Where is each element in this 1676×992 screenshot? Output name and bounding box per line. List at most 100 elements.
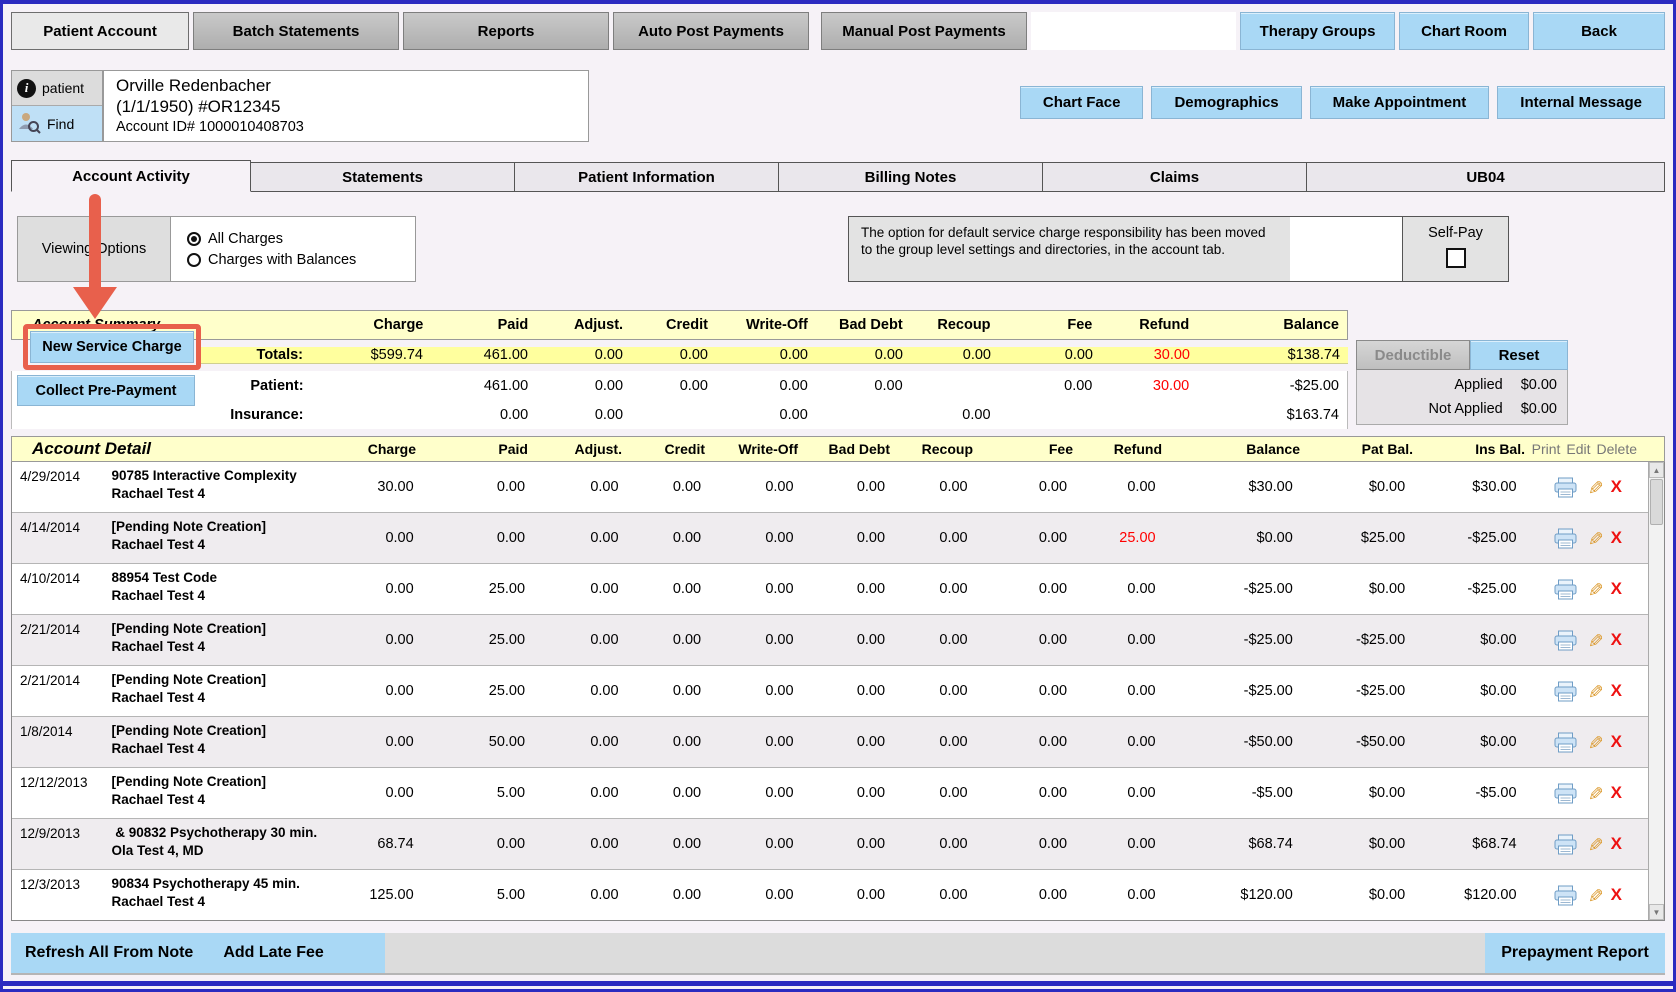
print-icon[interactable] — [1554, 732, 1577, 753]
cell-credit: 0.00 — [627, 530, 710, 546]
edit-icon[interactable]: ✎ — [1582, 581, 1605, 597]
annotation-arrow-head — [73, 287, 117, 319]
tab-billing-notes[interactable]: Billing Notes — [779, 162, 1043, 192]
not-applied-label: Not Applied — [1429, 401, 1503, 417]
chart-face-button[interactable]: Chart Face — [1020, 86, 1144, 119]
dcol-baddebt: Bad Debt — [806, 441, 898, 457]
nav-tab-reports[interactable]: Reports — [403, 12, 609, 50]
col-recoup: Recoup — [911, 317, 999, 333]
tab-statements[interactable]: Statements — [251, 162, 515, 192]
tab-patient-information[interactable]: Patient Information — [515, 162, 779, 192]
back-button[interactable]: Back — [1533, 12, 1665, 50]
nav-tab-patient-account[interactable]: Patient Account — [11, 12, 189, 50]
tab-account-activity[interactable]: Account Activity — [11, 160, 251, 192]
delete-icon[interactable]: X — [1611, 528, 1622, 548]
cell-refund: 0.00 — [1075, 632, 1164, 648]
demographics-button[interactable]: Demographics — [1151, 86, 1301, 119]
tab-ub04[interactable]: UB04 — [1307, 162, 1665, 192]
delete-icon[interactable]: X — [1611, 630, 1622, 650]
delete-icon[interactable]: X — [1611, 477, 1622, 497]
edit-icon[interactable]: ✎ — [1582, 530, 1605, 546]
top-nav: Patient Account Batch Statements Reports… — [11, 12, 1665, 50]
row-description: 90785 Interactive Complexity Rachael Tes… — [107, 462, 336, 512]
new-service-charge-button[interactable]: New Service Charge — [30, 331, 194, 363]
self-pay-label: Self-Pay — [1403, 225, 1508, 241]
scroll-down-arrow[interactable]: ▼ — [1649, 904, 1664, 920]
delete-icon[interactable]: X — [1611, 732, 1622, 752]
scrollbar-thumb[interactable] — [1650, 479, 1663, 525]
cell-balance: -$25.00 — [1164, 581, 1301, 597]
edit-icon[interactable]: ✎ — [1582, 887, 1605, 903]
delete-icon[interactable]: X — [1611, 579, 1622, 599]
cell-patbal: $25.00 — [1301, 530, 1413, 546]
cell-paid: 50.00 — [422, 734, 533, 750]
row-actions: ✎ X — [1525, 884, 1648, 907]
patient-info-cell[interactable]: i patient — [12, 71, 102, 106]
notice-box: The option for default service charge re… — [848, 216, 1291, 282]
patient-find-cell[interactable]: Find — [12, 106, 102, 141]
therapy-groups-button[interactable]: Therapy Groups — [1240, 12, 1395, 50]
cell-adjust: 0.00 — [533, 785, 626, 801]
delete-icon[interactable]: X — [1611, 681, 1622, 701]
radio-icon[interactable] — [187, 253, 201, 267]
row-provider: Rachael Test 4 — [111, 893, 328, 911]
patient-info-box: Orville Redenbacher (1/1/1950) #OR12345 … — [103, 70, 589, 142]
edit-icon[interactable]: ✎ — [1582, 632, 1605, 648]
chart-room-button[interactable]: Chart Room — [1399, 12, 1529, 50]
collect-pre-payment-button[interactable]: Collect Pre-Payment — [17, 375, 195, 406]
cell-baddebt: 0.00 — [802, 581, 894, 597]
print-icon[interactable] — [1554, 885, 1577, 906]
nav-tab-batch-statements[interactable]: Batch Statements — [193, 12, 399, 50]
print-icon[interactable] — [1554, 834, 1577, 855]
prepayment-report-button[interactable]: Prepayment Report — [1501, 944, 1649, 962]
make-appointment-button[interactable]: Make Appointment — [1310, 86, 1490, 119]
print-icon[interactable] — [1554, 528, 1577, 549]
edit-icon[interactable]: ✎ — [1582, 734, 1605, 750]
print-icon[interactable] — [1554, 630, 1577, 651]
delete-icon[interactable]: X — [1611, 834, 1622, 854]
edit-icon[interactable]: ✎ — [1582, 836, 1605, 852]
cell-charge: 0.00 — [336, 734, 422, 750]
cell-patbal: $0.00 — [1301, 887, 1413, 903]
edit-icon[interactable]: ✎ — [1582, 683, 1605, 699]
scrollbar[interactable]: ▲ ▼ — [1648, 462, 1664, 920]
cell-insbal: $0.00 — [1413, 734, 1524, 750]
print-icon[interactable] — [1554, 579, 1577, 600]
edit-icon[interactable]: ✎ — [1582, 785, 1605, 801]
applied-label: Applied — [1454, 377, 1502, 393]
patient-account-page: Patient Account Batch Statements Reports… — [0, 0, 1676, 992]
nav-tab-auto-post-payments[interactable]: Auto Post Payments — [613, 12, 809, 50]
col-charge: Charge — [312, 317, 432, 333]
row-date: 4/29/2014 — [12, 462, 107, 512]
self-pay-checkbox[interactable] — [1446, 248, 1466, 268]
deductible-button[interactable]: Deductible — [1356, 340, 1470, 370]
radio-icon[interactable] — [187, 232, 201, 246]
patient-lookup-panel: i patient Find — [11, 70, 103, 142]
cell-charge: 0.00 — [336, 683, 422, 699]
nav-tab-manual-post-payments[interactable]: Manual Post Payments — [821, 12, 1027, 50]
cell-writeoff: 0.00 — [709, 479, 801, 495]
print-icon[interactable] — [1554, 477, 1577, 498]
tab-claims[interactable]: Claims — [1043, 162, 1307, 192]
radio-charges-with-balances[interactable]: Charges with Balances — [187, 249, 415, 270]
cell-paid: 25.00 — [422, 581, 533, 597]
scroll-up-arrow[interactable]: ▲ — [1649, 462, 1664, 478]
delete-icon[interactable]: X — [1611, 885, 1622, 905]
col-adjust: Adjust. — [536, 317, 631, 333]
edit-icon[interactable]: ✎ — [1582, 479, 1605, 495]
summary-header: Account Summary Charge Paid Adjust. Cred… — [11, 310, 1348, 340]
internal-message-button[interactable]: Internal Message — [1497, 86, 1665, 119]
cell-writeoff: 0.00 — [709, 785, 801, 801]
print-icon[interactable] — [1554, 783, 1577, 804]
refresh-all-from-note-button[interactable]: Refresh All From Note — [25, 944, 193, 962]
table-row: 2/21/2014 [Pending Note Creation] Rachae… — [12, 665, 1648, 716]
cell-paid: 5.00 — [422, 887, 533, 903]
reset-button[interactable]: Reset — [1470, 340, 1568, 370]
cell-fee: 0.00 — [976, 887, 1075, 903]
add-late-fee-button[interactable]: Add Late Fee — [223, 944, 323, 962]
print-icon[interactable] — [1554, 681, 1577, 702]
delete-icon[interactable]: X — [1611, 783, 1622, 803]
deductible-panel: Applied $0.00 Not Applied $0.00 — [1356, 370, 1568, 425]
radio-all-charges[interactable]: All Charges — [187, 228, 415, 249]
cell-writeoff: 0.00 — [709, 632, 801, 648]
